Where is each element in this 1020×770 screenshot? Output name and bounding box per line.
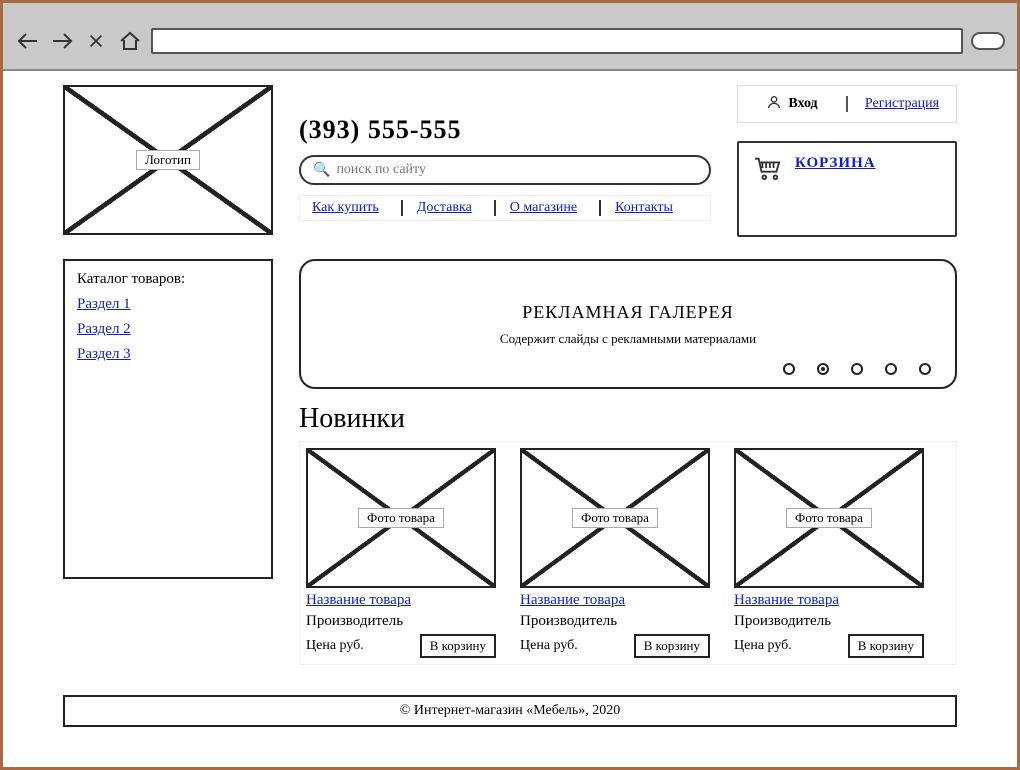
product-card: Фото товара Название товара Производител…	[734, 448, 924, 658]
catalog-title: Каталог товаров:	[77, 271, 259, 288]
throbber-icon	[971, 32, 1005, 50]
product-image-label: Фото товара	[572, 508, 658, 528]
product-image-placeholder: Фото товара	[734, 448, 924, 588]
logo-placeholder: Логотип	[63, 85, 273, 235]
add-to-cart-button[interactable]: В корзину	[848, 634, 924, 658]
product-name-link[interactable]: Название товара	[734, 592, 924, 609]
product-card: Фото товара Название товара Производител…	[520, 448, 710, 658]
link-about[interactable]: О магазине	[494, 200, 583, 216]
product-maker: Производитель	[734, 613, 924, 630]
product-price: Цена руб.	[734, 638, 792, 654]
link-contacts[interactable]: Контакты	[599, 200, 679, 216]
banner-dot[interactable]	[817, 363, 829, 375]
banner-dot[interactable]	[919, 363, 931, 375]
cart-link[interactable]: КОРЗИНА	[795, 155, 876, 172]
catalog-sidebar: Каталог товаров: Раздел 1 Раздел 2 Разде…	[63, 259, 273, 579]
banner-dots	[783, 363, 931, 375]
product-image-label: Фото товара	[786, 508, 872, 528]
product-image-placeholder: Фото товара	[520, 448, 710, 588]
logo-label: Логотип	[136, 150, 200, 170]
product-name-link[interactable]: Название товара	[306, 592, 496, 609]
auth-box: Вход Регистрация	[737, 85, 957, 123]
register-link[interactable]: Регистрация	[865, 96, 939, 112]
stop-button[interactable]	[83, 30, 109, 52]
banner-dot[interactable]	[885, 363, 897, 375]
login-link[interactable]: Вход	[788, 96, 817, 112]
forward-button[interactable]	[49, 30, 75, 52]
add-to-cart-button[interactable]: В корзину	[634, 634, 710, 658]
product-maker: Производитель	[306, 613, 496, 630]
product-price: Цена руб.	[520, 638, 578, 654]
info-links: Как купить Доставка О магазине Контакты	[299, 195, 711, 221]
back-button[interactable]	[15, 30, 41, 52]
product-maker: Производитель	[520, 613, 710, 630]
product-image-label: Фото товара	[358, 508, 444, 528]
product-name-link[interactable]: Название товара	[520, 592, 710, 609]
catalog-section-3[interactable]: Раздел 3	[77, 346, 259, 363]
user-icon	[766, 94, 782, 115]
banner-dot[interactable]	[851, 363, 863, 375]
product-price: Цена руб.	[306, 638, 364, 654]
url-bar[interactable]	[151, 28, 963, 54]
phone-number: (393) 555-555	[299, 115, 711, 145]
search-input[interactable]	[336, 162, 697, 178]
search-box[interactable]: 🔍	[299, 155, 711, 185]
cart-box[interactable]: КОРЗИНА	[737, 141, 957, 237]
link-how-to-buy[interactable]: Как купить	[306, 200, 385, 216]
home-button[interactable]	[117, 30, 143, 52]
banner-title: РЕКЛАМНАЯ ГАЛЕРЕЯ	[522, 302, 733, 323]
add-to-cart-button[interactable]: В корзину	[420, 634, 496, 658]
product-grid: Фото товара Название товара Производител…	[299, 441, 957, 665]
promo-banner: РЕКЛАМНАЯ ГАЛЕРЕЯ Содержит слайды с рекл…	[299, 259, 957, 389]
banner-subtitle: Содержит слайды с рекламными материалами	[500, 331, 756, 347]
search-icon: 🔍	[313, 162, 330, 179]
link-delivery[interactable]: Доставка	[401, 200, 478, 216]
novinki-heading: Новинки	[299, 403, 957, 435]
banner-dot[interactable]	[783, 363, 795, 375]
browser-chrome	[3, 3, 1017, 71]
catalog-section-2[interactable]: Раздел 2	[77, 321, 259, 338]
footer: © Интернет-магазин «Мебель», 2020	[63, 695, 957, 727]
product-image-placeholder: Фото товара	[306, 448, 496, 588]
catalog-section-1[interactable]: Раздел 1	[77, 296, 259, 313]
cart-icon	[753, 155, 783, 186]
product-card: Фото товара Название товара Производител…	[306, 448, 496, 658]
